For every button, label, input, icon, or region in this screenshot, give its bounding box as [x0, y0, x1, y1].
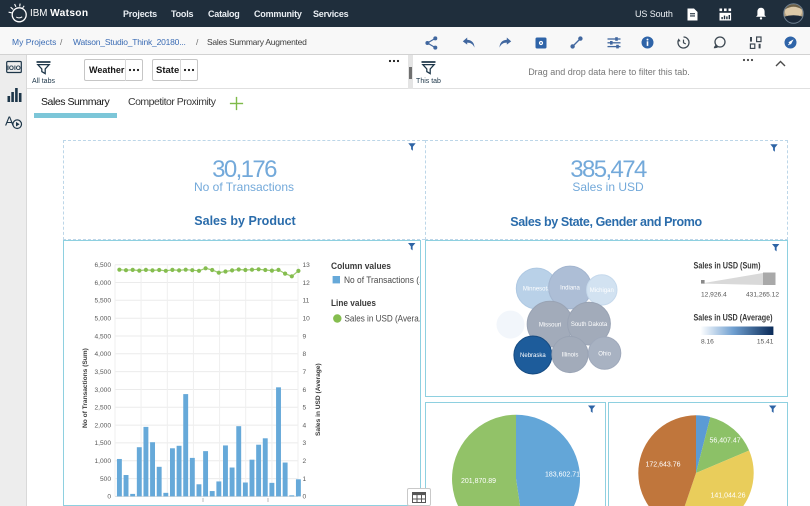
svg-text:IOIO: IOIO	[7, 65, 21, 72]
svg-text:A: A	[5, 114, 14, 129]
